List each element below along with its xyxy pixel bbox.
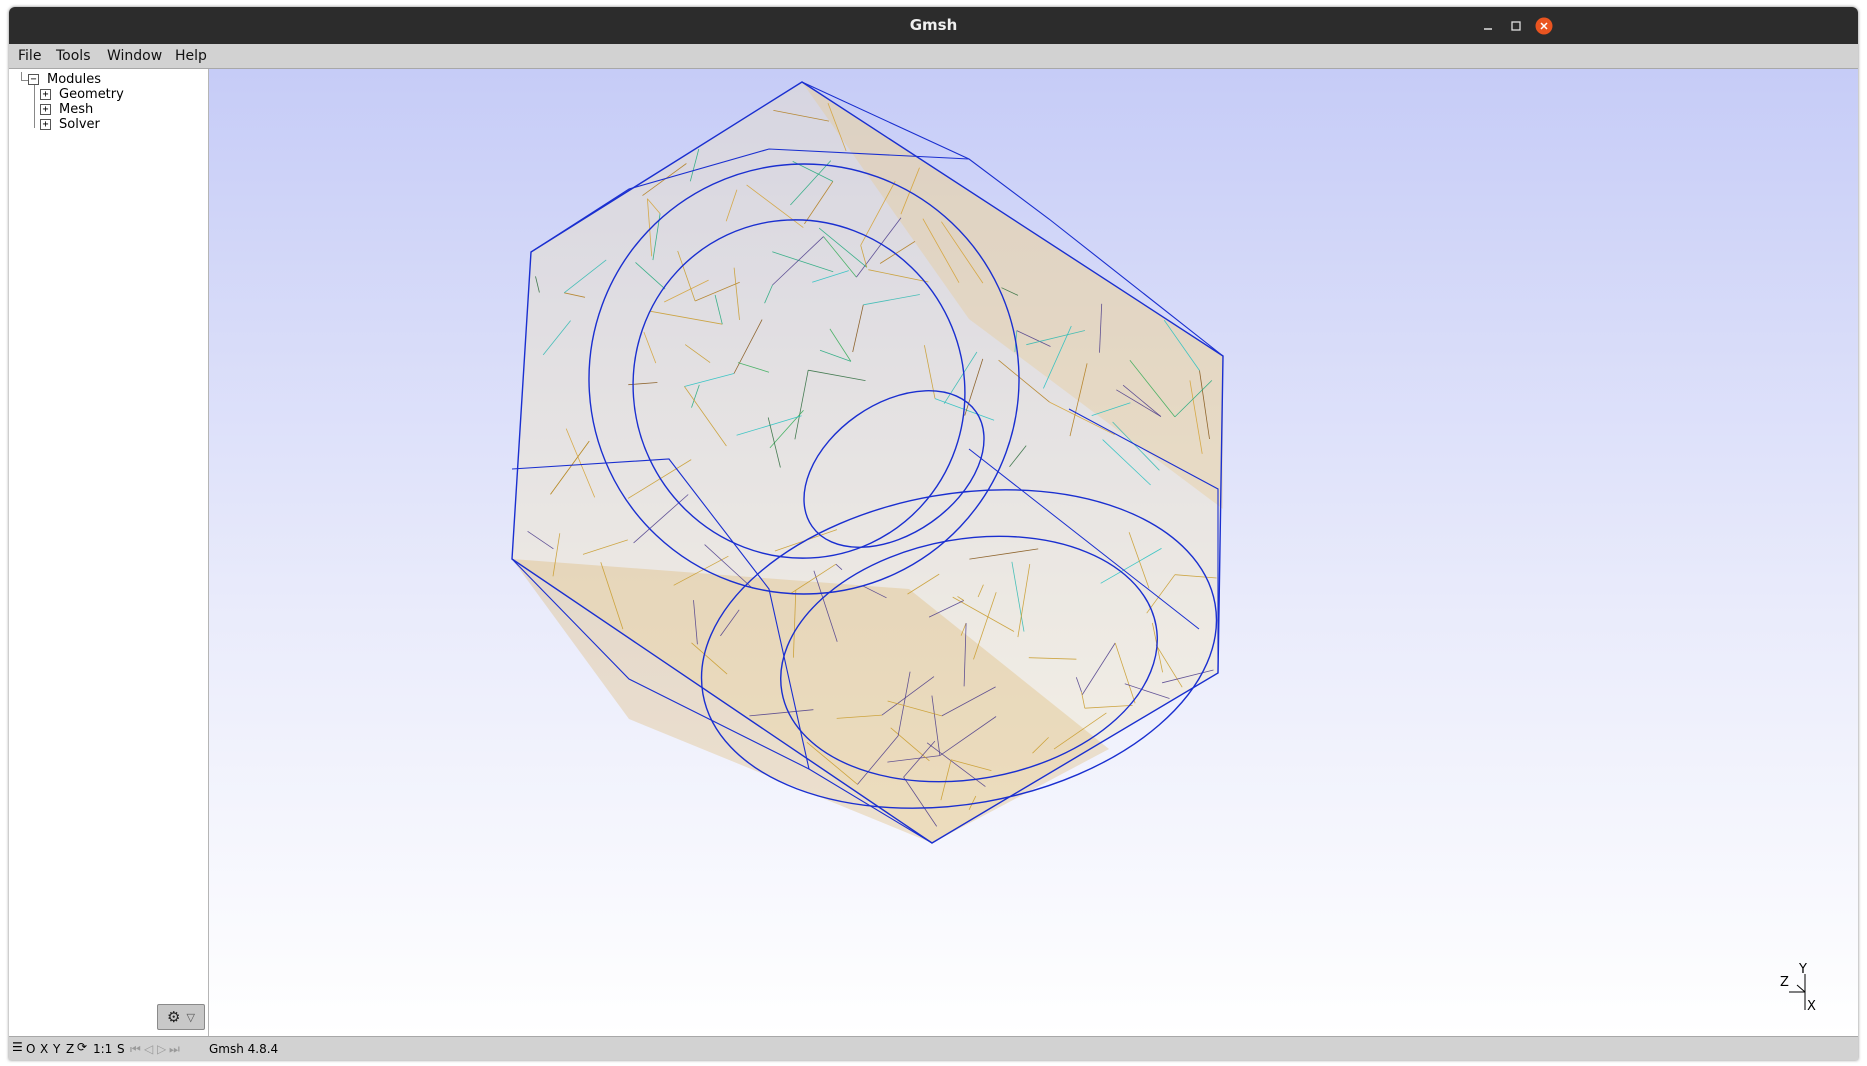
tree-item-label: Modules (47, 71, 102, 87)
collapse-icon[interactable]: − (28, 73, 39, 85)
menu-file[interactable]: File (18, 48, 41, 64)
tree-connector (34, 85, 35, 128)
window-title: Gmsh (909, 16, 958, 34)
select-s-button[interactable]: S (117, 1042, 125, 1056)
close-icon (1535, 17, 1553, 35)
tree-item-geometry[interactable]: + Geometry (40, 86, 124, 102)
scale-button[interactable]: 1:1 (93, 1042, 112, 1056)
menu-tools[interactable]: Tools (56, 48, 91, 64)
expand-icon[interactable]: + (40, 88, 51, 100)
view-y-button[interactable]: Y (53, 1042, 60, 1056)
previous-icon[interactable]: ◁ (144, 1042, 153, 1056)
graphics-viewport[interactable]: Y Z X (209, 69, 1858, 1036)
first-icon[interactable]: ⏮ (130, 1042, 141, 1057)
tree-item-label: Mesh (59, 101, 94, 117)
status-bar: ☰ O X Y Z ⟳ 1:1 S ⏮ ◁ ▷ ⏭ Gmsh 4.8.4 (9, 1036, 1858, 1060)
tree-item-mesh[interactable]: + Mesh (40, 101, 93, 117)
expand-icon[interactable]: + (40, 103, 51, 115)
axes-indicator: Y Z X (1780, 962, 1816, 1014)
module-tree-panel: − Modules + Geometry + Mesh + Solver ⚙ ▽ (9, 69, 209, 1036)
mesh-render[interactable] (209, 69, 1858, 1036)
play-icon[interactable]: ▷ (157, 1042, 166, 1056)
status-message: Gmsh 4.8.4 (209, 1042, 279, 1056)
close-button[interactable] (1535, 17, 1553, 35)
maximize-button[interactable] (1507, 17, 1525, 35)
rotate-icon[interactable]: ⟳ (77, 1040, 87, 1054)
options-gear-button[interactable]: ⚙ ▽ (157, 1004, 205, 1030)
expand-icon[interactable]: + (40, 118, 51, 130)
tree-item-label: Solver (59, 116, 100, 132)
menu-bar: File Tools Window Help (9, 44, 1858, 69)
tree-connector (21, 72, 22, 80)
gmsh-window: Gmsh File Tools Window Help − Modules + … (9, 7, 1858, 1060)
minimize-button[interactable] (1479, 17, 1497, 35)
title-bar[interactable]: Gmsh (9, 7, 1858, 44)
gear-icon: ⚙ (167, 1008, 181, 1026)
view-origin-button[interactable]: O (26, 1042, 35, 1056)
minimize-icon (1484, 28, 1492, 30)
menu-help[interactable]: Help (175, 48, 207, 64)
tree-item-modules[interactable]: − Modules (28, 71, 101, 87)
menu-lines-icon[interactable]: ☰ (12, 1040, 23, 1054)
last-icon[interactable]: ⏭ (169, 1042, 180, 1057)
axis-label-y: Y (1798, 962, 1807, 977)
dropdown-triangle-icon: ▽ (186, 1010, 195, 1024)
tree-item-label: Geometry (59, 86, 124, 102)
tree-item-solver[interactable]: + Solver (40, 116, 100, 132)
axis-label-x: X (1807, 999, 1816, 1014)
view-z-button[interactable]: Z (66, 1042, 74, 1056)
view-x-button[interactable]: X (40, 1042, 48, 1056)
axis-label-z: Z (1780, 975, 1789, 990)
menu-window[interactable]: Window (107, 48, 162, 64)
maximize-icon (1511, 21, 1521, 31)
